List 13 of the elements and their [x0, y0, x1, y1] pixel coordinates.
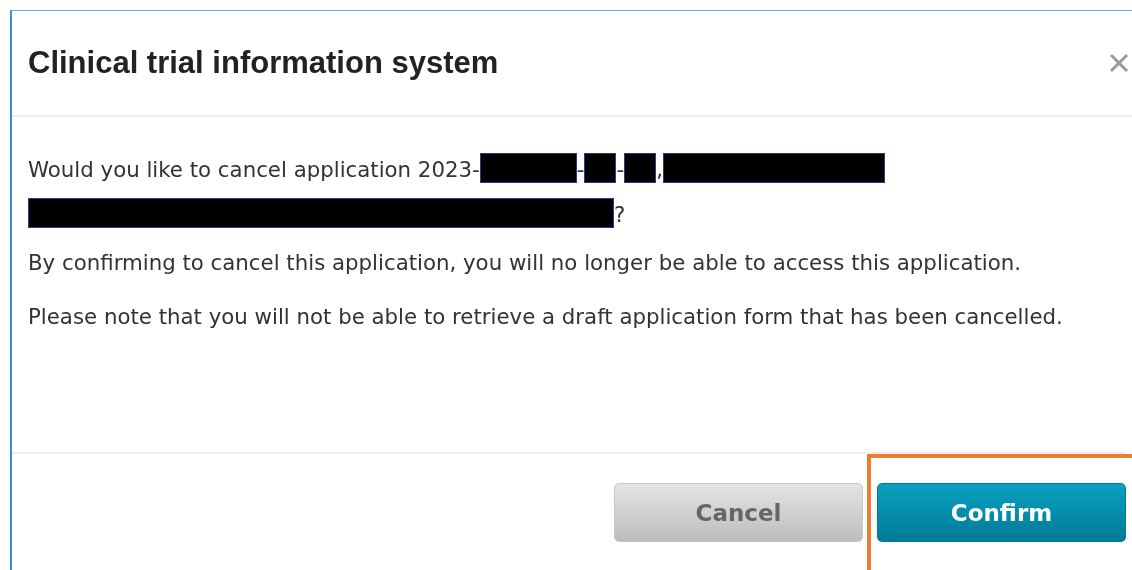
confirm-button[interactable]: Confirm — [877, 483, 1126, 542]
close-icon[interactable] — [1108, 52, 1130, 74]
redaction-bar — [584, 153, 617, 183]
body-text: By confirming to cancel this application, you will no longer be able to access this application. — [28, 249, 1023, 277]
question-text: - — [576, 157, 585, 182]
question-text: - — [616, 157, 625, 182]
question-text: Would you like to cancel application 2023- — [28, 157, 480, 182]
cancel-button[interactable]: Cancel — [614, 483, 863, 542]
dialog-title: Clinical trial information system — [28, 45, 499, 81]
body-text: Please note that you will not be able to retrieve a draft application form that has been cancelled. — [28, 303, 1064, 331]
question-text: , — [656, 157, 663, 182]
redaction-bar — [624, 153, 657, 183]
question-text: ? — [614, 202, 626, 227]
